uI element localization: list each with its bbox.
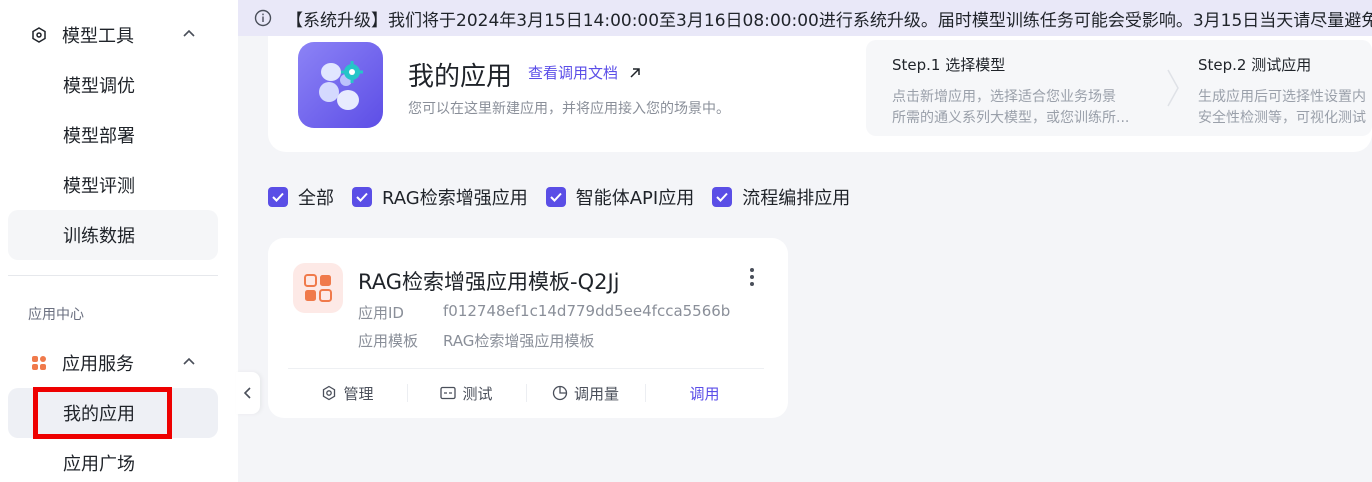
pie-chart-icon (552, 385, 568, 401)
sidebar-item-label: 模型调优 (63, 76, 135, 97)
page-header-card: 我的应用 查看调用文档 您可以在这里新建应用，并将应用接入您的场景中。 Step… (268, 36, 1372, 152)
sidebar-item-model-tuning[interactable]: 模型调优 (8, 60, 218, 110)
call-button[interactable]: 调用 (645, 376, 764, 410)
filter-label: 全部 (298, 188, 334, 209)
app-type-filters: 全部 RAG检索增强应用 智能体API应用 流程编排应用 (268, 184, 868, 210)
sidebar-item-model-deploy[interactable]: 模型部署 (8, 110, 218, 160)
sidebar-item-app-market[interactable]: 应用广场 (8, 438, 218, 482)
card-divider (288, 368, 764, 369)
app-template-label: 应用模板 (358, 332, 419, 350)
sidebar-divider (8, 275, 218, 276)
checkbox-checked-icon (352, 187, 372, 207)
view-docs-label: 查看调用文档 (528, 64, 619, 82)
chevron-right-icon (1167, 69, 1179, 107)
filter-agent-api-checkbox[interactable]: 智能体API应用 (545, 184, 695, 210)
app-card-title[interactable]: RAG检索增强应用模板-Q2Jj (358, 266, 620, 296)
steps-panel: Step.1 选择模型 点击新增应用，选择适合您业务场景 所需的通义系列大模型，… (866, 40, 1372, 136)
sidebar-item-label: 模型评测 (63, 176, 135, 197)
more-options-icon[interactable] (746, 266, 758, 288)
app-template-row: 应用模板 RAG检索增强应用模板 (358, 330, 594, 351)
model-tools-icon (30, 26, 48, 44)
test-label: 测试 (462, 384, 493, 403)
checkbox-checked-icon (268, 187, 288, 207)
app-card[interactable]: RAG检索增强应用模板-Q2Jj 应用ID f012748ef1c14d779d… (268, 238, 788, 418)
sidebar-item-label: 应用广场 (63, 454, 135, 475)
filter-workflow-checkbox[interactable]: 流程编排应用 (712, 184, 850, 210)
step-title: Step.2 测试应用 (1198, 56, 1312, 74)
app-card-actions: 管理 测试 调用量 调用 (288, 376, 764, 410)
step-desc: 安全性检测等，可视化测试 (1198, 110, 1366, 126)
info-icon (254, 9, 272, 27)
settings-icon (323, 385, 336, 401)
step-desc: 生成应用后可选择性设置内 (1198, 89, 1366, 105)
app-id-row: 应用ID f012748ef1c14d779dd5ee4fcca5566b (358, 302, 730, 323)
filter-label: 流程编排应用 (742, 188, 851, 209)
view-docs-link[interactable]: 查看调用文档 (528, 62, 642, 83)
filter-label: RAG检索增强应用 (382, 188, 528, 209)
chevron-up-icon[interactable] (182, 27, 196, 41)
usage-button[interactable]: 调用量 (526, 376, 645, 410)
sidebar-group-label: 模型工具 (62, 26, 134, 47)
step-2: Step.2 测试应用 生成应用后可选择性设置内 安全性检测等，可视化测试 (1198, 54, 1372, 129)
test-button[interactable]: 测试 (407, 376, 526, 410)
announcement-bar: 【系统升级】我们将于2024年3月15日14:00:00至3月16日08:00:… (238, 0, 1372, 36)
sidebar-group-model-tools[interactable]: 模型工具 (8, 10, 218, 60)
filter-label: 智能体API应用 (575, 188, 695, 209)
page-title: 我的应用 (408, 62, 513, 92)
sidebar-item-training-data[interactable]: 训练数据 (8, 210, 218, 260)
step-desc: 点击新增应用，选择适合您业务场景 (892, 89, 1116, 105)
app-id-label: 应用ID (358, 304, 404, 322)
page-description: 您可以在这里新建应用，并将应用接入您的场景中。 (408, 101, 730, 117)
section-label-app-center: 应用中心 (28, 307, 84, 323)
announcement-text: 【系统升级】我们将于2024年3月15日14:00:00至3月16日08:00:… (286, 10, 1372, 31)
manage-label: 管理 (343, 384, 374, 403)
sidebar-group-app-service[interactable]: 应用服务 (8, 338, 218, 388)
app-template-value: RAG检索增强应用模板 (443, 332, 595, 350)
call-label: 调用 (689, 384, 720, 403)
rag-app-icon (293, 263, 343, 313)
step-1: Step.1 选择模型 点击新增应用，选择适合您业务场景 所需的通义系列大模型，… (892, 54, 1182, 129)
usage-label: 调用量 (573, 384, 619, 403)
my-apps-logo-icon (298, 42, 383, 128)
step-title: Step.1 选择模型 (892, 56, 1006, 74)
filter-all-checkbox[interactable]: 全部 (268, 184, 334, 210)
sidebar: 模型工具 模型调优 模型部署 模型评测 训练数据 应用中心 应用服务 我的应用 … (0, 0, 238, 482)
sidebar-item-label: 模型部署 (63, 126, 135, 147)
step-desc: 所需的通义系列大模型，或您训练所... (892, 110, 1130, 126)
sidebar-item-label: 训练数据 (63, 226, 135, 247)
app-service-icon (30, 354, 48, 372)
chevron-up-icon[interactable] (182, 355, 196, 369)
sidebar-group-label: 应用服务 (62, 354, 134, 375)
external-link-icon (630, 67, 640, 78)
checkbox-checked-icon (712, 187, 733, 207)
manage-button[interactable]: 管理 (288, 376, 407, 410)
sidebar-item-model-eval[interactable]: 模型评测 (8, 160, 218, 210)
checkbox-checked-icon (545, 187, 566, 207)
app-id-value: f012748ef1c14d779dd5ee4fcca5566b (443, 302, 731, 320)
chevron-left-icon (243, 387, 251, 399)
filter-rag-checkbox[interactable]: RAG检索增强应用 (352, 184, 528, 210)
test-icon (440, 386, 457, 400)
highlight-box (33, 387, 172, 439)
sidebar-collapse-button[interactable] (236, 372, 260, 414)
